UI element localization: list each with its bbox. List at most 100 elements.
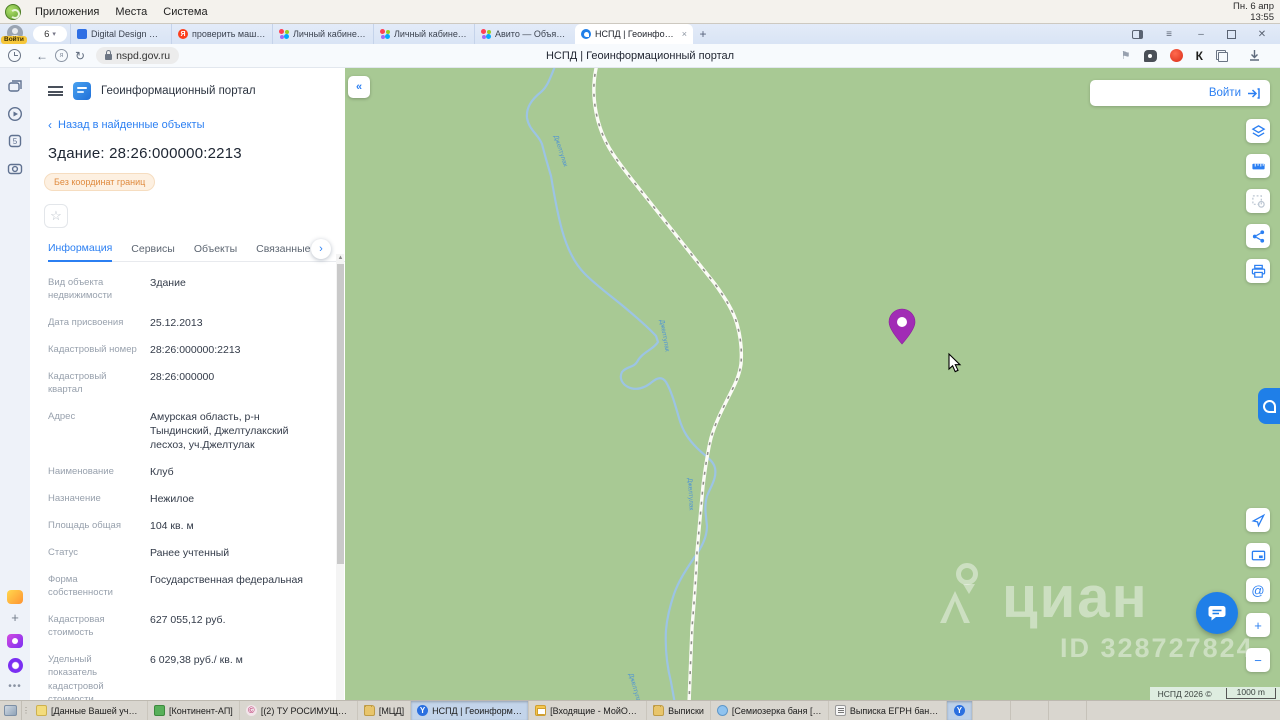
system-clock[interactable]: Пн. 6 апр 13:55: [1233, 1, 1280, 23]
field-row: Кадастровая стоимость 627 055,12 руб.: [48, 613, 226, 639]
tab-information[interactable]: Информация: [48, 242, 113, 262]
panel-tabs: Информация Сервисы Объекты Связанные ЗУ …: [48, 239, 345, 262]
field-row: Назначение Нежилое: [48, 492, 195, 505]
portal-logo-icon[interactable]: [73, 82, 91, 100]
scale-bar: 1000 m: [1225, 688, 1276, 699]
task-account-data[interactable]: [Данные Вашей учет...: [30, 701, 148, 720]
circled-badge-icon[interactable]: я: [55, 49, 68, 62]
area-select-button[interactable]: [1246, 189, 1270, 213]
task-myoffice-inbox[interactable]: [Входящие - МойОфи...: [529, 701, 648, 720]
field-row: Дата присвоения 25.12.2013: [48, 316, 203, 329]
video-icon[interactable]: [7, 106, 23, 122]
menu-applications[interactable]: Приложения: [27, 0, 107, 24]
mail-icon: [535, 705, 547, 716]
tab-services[interactable]: Сервисы: [131, 243, 175, 261]
nspd-logo-icon: [1262, 399, 1276, 413]
kaspersky-icon[interactable]: К: [1196, 49, 1203, 63]
avito-favicon: [279, 29, 289, 39]
cian-logo-icon: [940, 563, 992, 625]
field-row: Адрес Амурская область, р-н Тындинский, Д…: [48, 410, 289, 451]
task-vypiski-folder[interactable]: Выписки: [647, 701, 711, 720]
red-extension-icon[interactable]: [1169, 49, 1183, 62]
history-icon[interactable]: [8, 49, 21, 62]
add-panel-icon[interactable]: +: [11, 611, 19, 624]
favorite-star-button[interactable]: ☆: [44, 204, 68, 228]
back-to-results-link[interactable]: ‹ Назад в найденные объекты: [48, 118, 345, 132]
menu-system[interactable]: Система: [155, 0, 215, 24]
back-icon[interactable]: ←: [36, 49, 48, 63]
toolbar-extensions: ⚑ К: [1121, 49, 1280, 63]
url-text: nspd.gov.ru: [116, 49, 171, 62]
print-button[interactable]: [1246, 259, 1270, 283]
downloads-icon[interactable]: [1248, 49, 1261, 62]
scrollbar-up-arrow[interactable]: ▲: [337, 254, 344, 263]
more-icon[interactable]: •••: [8, 681, 22, 692]
new-tab-button[interactable]: +: [693, 24, 713, 44]
object-marker[interactable]: [888, 308, 916, 345]
task-semiozerka[interactable]: [Семиозерка баня [И...: [711, 701, 829, 720]
map-canvas[interactable]: Джелтулак Джелтулак Джелтулак Джелтулак …: [345, 68, 1280, 700]
svg-text:5: 5: [13, 137, 18, 146]
close-tab-icon[interactable]: ×: [680, 29, 687, 39]
menu-places[interactable]: Места: [107, 0, 155, 24]
messenger-extension-icon[interactable]: [1143, 49, 1157, 62]
profile-button[interactable]: Войти: [0, 24, 30, 44]
tab-counter-value: 6: [44, 28, 50, 40]
map-login-button[interactable]: Войти: [1090, 80, 1270, 106]
tab-avito-cabinet-2[interactable]: Личный кабинет - Об: [373, 24, 474, 44]
yandex-browser-icon: Y: [417, 705, 429, 716]
task-mcd[interactable]: [МЦД]: [358, 701, 412, 720]
tabs-scroll-right-button[interactable]: ›: [311, 239, 331, 259]
tab-avito-list[interactable]: Авито — Объявления: [474, 24, 575, 44]
collapse-panel-button[interactable]: «: [348, 76, 370, 98]
distro-logo-icon[interactable]: [5, 3, 21, 20]
panel-scrollbar-thumb[interactable]: [337, 264, 344, 564]
taskbar-grip: ⋮: [22, 706, 30, 715]
layers-button[interactable]: [1246, 119, 1270, 143]
task-kontinent-ap[interactable]: [Континент-АП]: [148, 701, 240, 720]
tab-avito-cabinet-1[interactable]: Личный кабинет - Об: [272, 24, 373, 44]
maximize-button[interactable]: [1227, 29, 1236, 39]
nspd-side-tab[interactable]: [1258, 388, 1280, 424]
tab-digital-design[interactable]: Digital Design Web Cli: [70, 24, 171, 44]
minimize-button[interactable]: –: [1195, 29, 1207, 40]
yandex-tray-button[interactable]: Y: [946, 701, 973, 720]
field-row: Кадастровый номер 28:26:000000:2213: [48, 343, 241, 356]
market-icon[interactable]: [7, 590, 23, 604]
camera-icon[interactable]: [7, 160, 23, 176]
tab-yandex-search[interactable]: Я проверить машину н: [171, 24, 272, 44]
mouse-cursor: [948, 352, 962, 373]
ruler-button[interactable]: [1246, 154, 1270, 178]
tab-nspd-active[interactable]: НСПД | Геоинформа ×: [575, 24, 693, 44]
task-egrn-pdf[interactable]: Выписка ЕГРН баня.pdf: [829, 701, 947, 720]
side-panel-icon[interactable]: [1132, 29, 1143, 39]
address-bar[interactable]: nspd.gov.ru: [96, 47, 180, 64]
task-tu-rosimushchestvo[interactable]: ©[(2) ТУ РОСИМУЩЕСТ...: [240, 701, 358, 720]
messenger-purple-icon[interactable]: [7, 634, 23, 648]
bookmark-flag-icon[interactable]: ⚑: [1121, 49, 1131, 62]
close-button[interactable]: ✕: [1256, 29, 1268, 40]
browser-menu-icon[interactable]: ≡: [1163, 29, 1175, 40]
locate-button[interactable]: [1246, 508, 1270, 532]
field-row: Вид объекта недвижимости Здание: [48, 276, 186, 302]
tab-counter[interactable]: 6 ▾: [33, 26, 67, 42]
hamburger-menu-icon[interactable]: [48, 86, 63, 96]
field-row: Форма собственности Государственная федер…: [48, 573, 303, 599]
cian-watermark: циан ID 328727824: [940, 563, 1270, 664]
panels-icon[interactable]: [7, 79, 23, 95]
digital-design-favicon: [77, 29, 87, 39]
nspd-favicon: [581, 29, 591, 39]
badge-5-icon[interactable]: 5: [7, 133, 23, 149]
chevron-left-icon: ‹: [48, 118, 52, 132]
collections-icon[interactable]: [1216, 49, 1228, 62]
task-nspd-active[interactable]: Y НСПД | Геоинформац...: [411, 701, 530, 720]
share-button[interactable]: [1246, 224, 1270, 248]
map-tools-top: [1246, 119, 1270, 283]
tab-objects[interactable]: Объекты: [194, 243, 237, 261]
browser-tabstrip: Войти 6 ▾ Digital Design Web Cli Я прове…: [0, 24, 1280, 44]
window-list-applet[interactable]: [0, 701, 22, 720]
note-icon: [36, 705, 47, 716]
clock-date: Пн. 6 апр: [1233, 0, 1274, 12]
reload-icon[interactable]: ↻: [75, 49, 85, 63]
alice-icon[interactable]: [7, 658, 23, 673]
